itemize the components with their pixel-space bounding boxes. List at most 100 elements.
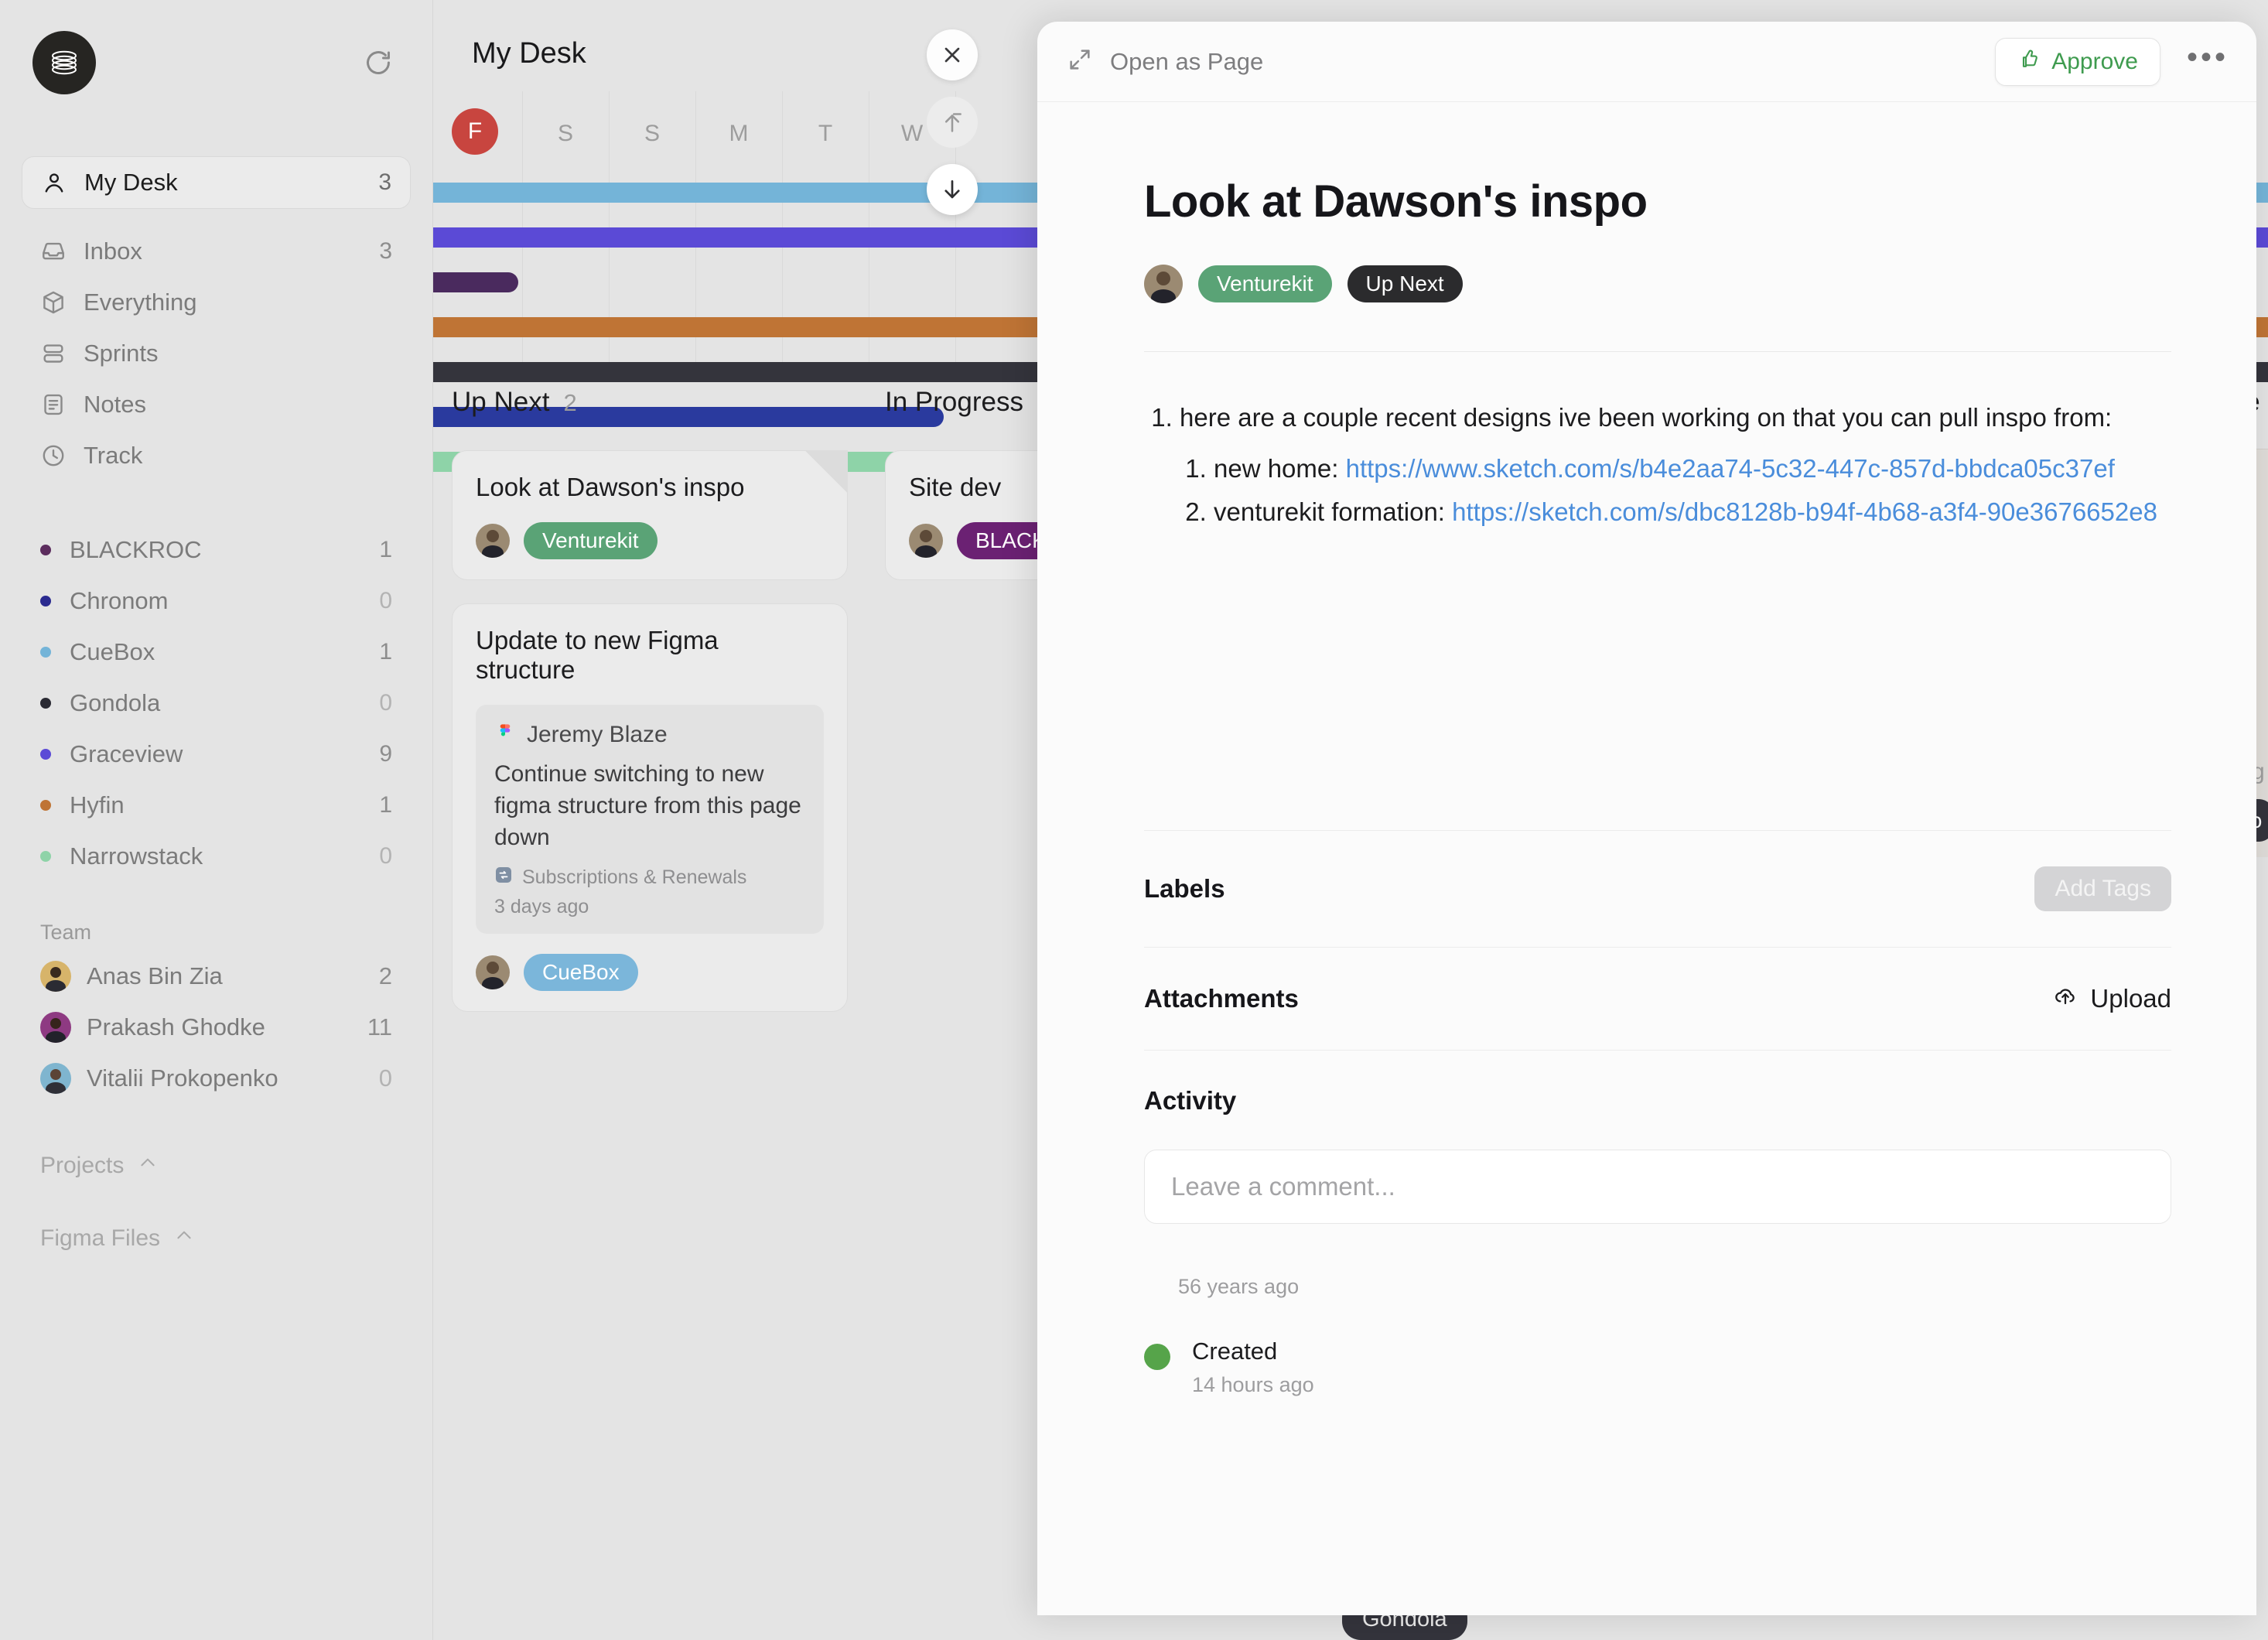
card-title: Update to new Figma structure	[476, 626, 719, 684]
task-card-update-to-new-figma-structure[interactable]: Update to new Figma structure Jeremy Bla…	[452, 603, 848, 1013]
timeline-day-label: M	[729, 121, 749, 146]
sidebar-project-cuebox[interactable]: CueBox 1	[22, 627, 411, 678]
primary-nav: My Desk 3 Inbox 3 Everything Sprints Not…	[0, 156, 432, 481]
embed-author: Jeremy Blaze	[527, 722, 668, 747]
project-count: 1	[379, 537, 392, 562]
sidebar-project-blackroc[interactable]: BLACKROC 1	[22, 524, 411, 576]
avatar	[909, 524, 943, 558]
sidebar-project-narrowstack[interactable]: Narrowstack 0	[22, 831, 411, 882]
project-count: 1	[379, 639, 392, 665]
activity-event-label: Created	[1192, 1338, 1278, 1365]
inbox-icon	[40, 238, 74, 265]
avatar	[476, 955, 510, 990]
project-count: 0	[379, 843, 392, 869]
embed-source: Subscriptions & Renewals	[494, 866, 805, 890]
sidebar-team-anas-bin-zia[interactable]: Anas Bin Zia 2	[22, 951, 411, 1002]
timeline-bar[interactable]	[433, 272, 518, 292]
more-horizontal-icon[interactable]: •••	[2187, 42, 2229, 82]
sidebar-item-label: Track	[84, 442, 143, 469]
activity-section: Activity Leave a comment... 56 years ago…	[1144, 1050, 2171, 1397]
board-column-up-next: Up Next 2 Look at Dawson's inspo Venture…	[433, 387, 866, 1035]
sidebar-item-my-desk[interactable]: My Desk 3	[22, 156, 411, 209]
embed-time: 3 days ago	[494, 896, 589, 918]
card-embed: Jeremy Blaze Continue switching to new f…	[476, 705, 824, 934]
card-meta: Venturekit	[476, 522, 824, 559]
sidebar-item-everything[interactable]: Everything	[22, 277, 411, 328]
column-count: 2	[563, 389, 577, 416]
sidebar-team-prakash-ghodke[interactable]: Prakash Ghodke 11	[22, 1002, 411, 1053]
modal-tag-row: Venturekit Up Next	[1144, 264, 2171, 303]
project-label: Hyfin	[70, 791, 125, 818]
avatar	[40, 961, 71, 992]
app-root: My Desk 3 Inbox 3 Everything Sprints Not…	[0, 0, 2268, 1640]
task-description[interactable]: here are a couple recent designs ive bee…	[1144, 352, 2171, 531]
sketch-link-venturekit-formation[interactable]: https://sketch.com/s/dbc8128b-b94f-4b68-…	[1452, 497, 2157, 526]
project-label: BLACKROC	[70, 536, 202, 563]
attachments-title: Attachments	[1144, 984, 1299, 1013]
sidebar-project-gondola[interactable]: Gondola 0	[22, 678, 411, 729]
column-title: In Progress	[885, 387, 1023, 417]
chevron-up-icon	[174, 1225, 194, 1252]
sidebar-item-label: My Desk	[84, 169, 178, 196]
expand-icon	[1067, 46, 1093, 77]
timeline-day-label: S	[644, 121, 660, 146]
project-color-dot	[40, 596, 51, 606]
sidebar-section-projects[interactable]: Projects	[0, 1143, 432, 1189]
avatar	[476, 524, 510, 558]
team-member-label: Vitalii Prokopenko	[87, 1064, 278, 1092]
sidebar-project-graceview[interactable]: Graceview 9	[22, 729, 411, 780]
sketch-link-new-home[interactable]: https://www.sketch.com/s/b4e2aa74-5c32-4…	[1346, 454, 2115, 483]
upload-button[interactable]: Upload	[2053, 983, 2171, 1014]
sidebar-section-figma-files[interactable]: Figma Files	[0, 1215, 432, 1262]
team-member-count: 0	[378, 1064, 392, 1092]
project-count: 0	[379, 588, 392, 613]
timeline-today-marker: F	[452, 108, 498, 155]
open-as-page-button[interactable]: Open as Page	[1067, 46, 1263, 77]
sidebar-item-notes[interactable]: Notes	[22, 379, 411, 430]
sidebar-item-track[interactable]: Track	[22, 430, 411, 481]
column-title: Up Next	[452, 387, 550, 417]
modal-project-tag[interactable]: Venturekit	[1198, 265, 1332, 302]
labels-section: Labels Add Tags	[1144, 830, 2171, 947]
refresh-icon[interactable]	[357, 41, 400, 84]
sidebar-project-hyfin[interactable]: Hyfin 1	[22, 780, 411, 831]
modal-body: Look at Dawson's inspo Venturekit Up Nex…	[1037, 102, 2256, 1397]
card-project-pill[interactable]: CueBox	[524, 954, 638, 992]
avatar	[40, 1012, 71, 1043]
modal-status-tag[interactable]: Up Next	[1347, 265, 1463, 302]
sidebar-section-label: Figma Files	[40, 1225, 161, 1251]
labels-title: Labels	[1144, 874, 1225, 904]
project-label: Chronom	[70, 587, 169, 614]
sidebar-project-chronom[interactable]: Chronom 0	[22, 576, 411, 627]
card-fold-corner	[804, 450, 848, 494]
sidebar-item-inbox[interactable]: Inbox 3	[22, 226, 411, 277]
doc-list-item: venturekit formation: https://sketch.com…	[1214, 493, 2171, 531]
activity-event: Created 14 hours ago	[1144, 1338, 2171, 1397]
team-member-count: 2	[378, 962, 392, 989]
add-tags-button[interactable]: Add Tags	[2034, 866, 2171, 912]
close-icon[interactable]	[927, 29, 978, 80]
chevron-up-icon	[138, 1153, 158, 1179]
sidebar-item-label: Notes	[84, 391, 146, 418]
scroll-down-icon[interactable]	[927, 164, 978, 215]
approve-button[interactable]: Approve	[1995, 37, 2160, 86]
task-card-look-at-dawsons-inspo[interactable]: Look at Dawson's inspo Venturekit	[452, 450, 848, 580]
coil-logo-icon[interactable]	[32, 31, 96, 94]
activity-status-dot	[1144, 1344, 1170, 1371]
project-count: 0	[379, 690, 392, 716]
project-label: CueBox	[70, 638, 155, 665]
sidebar-item-sprints[interactable]: Sprints	[22, 328, 411, 379]
approve-label: Approve	[2051, 48, 2138, 74]
embed-body: Continue switching to new figma structur…	[494, 761, 801, 850]
project-label: Graceview	[70, 740, 183, 767]
scroll-to-top-icon[interactable]	[927, 97, 978, 148]
sidebar-item-count: 3	[379, 238, 392, 264]
team-member-label: Anas Bin Zia	[87, 962, 223, 989]
comment-input[interactable]: Leave a comment...	[1144, 1150, 2171, 1225]
doc-list-item: here are a couple recent designs ive bee…	[1180, 398, 2171, 531]
task-detail-modal: Open as Page Approve ••• Look at Dawson'…	[1037, 22, 2256, 1615]
card-project-pill[interactable]: Venturekit	[524, 522, 658, 559]
project-label: Narrowstack	[70, 842, 203, 870]
project-color-dot	[40, 851, 51, 862]
sidebar-team-vitalii-prokopenko[interactable]: Vitalii Prokopenko 0	[22, 1053, 411, 1104]
